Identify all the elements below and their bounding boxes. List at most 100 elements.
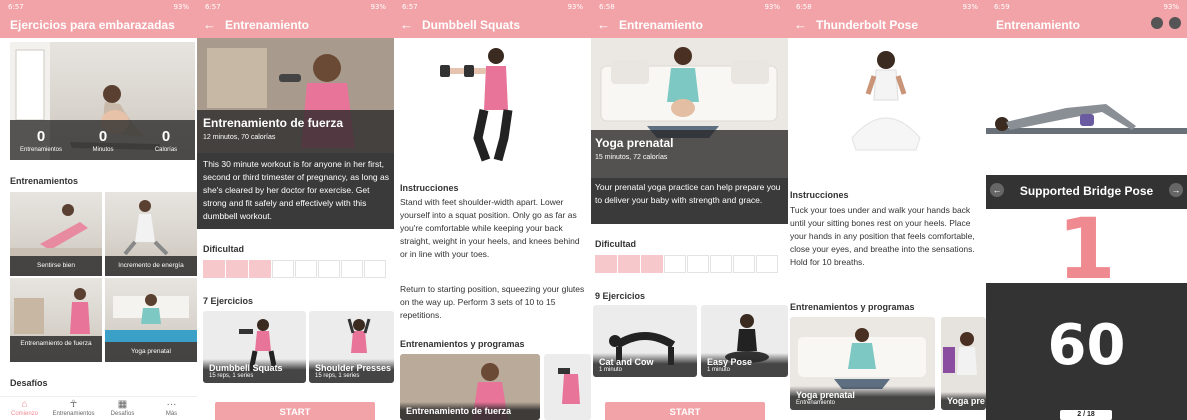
tile-image <box>14 288 90 334</box>
program-card-partial[interactable]: Yoga pre <box>941 317 986 410</box>
back-arrow-icon[interactable]: ← <box>794 17 807 32</box>
difficulty-segment <box>595 255 617 273</box>
status-time: 6:58 <box>599 3 615 11</box>
status-battery: 93% <box>764 3 780 11</box>
nav-more[interactable]: ··· Más <box>147 399 196 417</box>
card-title: Yoga pre <box>947 396 985 406</box>
instructions-text: Tuck your toes under and walk your hands… <box>790 205 975 267</box>
instructions-text-2: Return to starting position, squeezing y… <box>400 284 585 320</box>
card-title: Dumbbell Squats <box>209 363 283 373</box>
exercise-card[interactable]: Shoulder Presses 15 reps, 1 series <box>309 311 394 383</box>
appbar-title: Entrenamiento <box>225 18 310 32</box>
hero-overlay: Entrenamiento de fuerza 12 minutos, 70 c… <box>197 110 394 153</box>
next-arrow-icon[interactable]: → <box>1169 183 1183 197</box>
exercise-card[interactable]: Dumbbell Squats 15 reps, 1 series <box>203 311 306 383</box>
difficulty-segment <box>618 255 640 273</box>
card-overlay: Dumbbell Squats 15 reps, 1 series <box>203 359 306 383</box>
status-battery: 93% <box>962 3 978 11</box>
tile-label: Yoga prenatal <box>105 342 197 362</box>
card-overlay: Easy Pose 1 minuto <box>701 353 788 377</box>
difficulty-segment <box>318 260 340 278</box>
instructions-heading: Instrucciones <box>400 183 459 193</box>
appbar-title: Dumbbell Squats <box>422 18 521 32</box>
tile-label: Entrenamiento de fuerza <box>10 336 102 362</box>
pose-image <box>986 38 1187 175</box>
card-title: Shoulder Presses <box>315 363 392 373</box>
hero-subtitle: 15 minutos, 72 calorías <box>595 154 668 161</box>
card-title: Cat and Cow <box>599 357 654 367</box>
challenges-heading: Desafíos <box>10 378 48 388</box>
stat-label: Minutos <box>92 147 114 153</box>
exercises-heading: 7 Ejercicios <box>203 296 254 306</box>
more-icon: ··· <box>166 399 177 410</box>
card-subtitle: Entrenamiento <box>796 400 836 406</box>
nav-label: Más <box>165 411 178 417</box>
instructions-text: Stand with feet shoulder-width apart. Lo… <box>400 197 580 259</box>
start-button[interactable]: START <box>605 402 765 420</box>
program-card[interactable]: Yoga prenatal Entrenamiento <box>790 317 935 410</box>
hero-subtitle: 12 minutos, 70 calorías <box>203 134 276 141</box>
difficulty-segment <box>756 255 778 273</box>
card-title: Entrenamiento de fuerza <box>406 406 512 416</box>
screen-prenatal-yoga: 6:58 93% ← Entrenamiento Yoga prenatal 1… <box>591 0 788 420</box>
exercise-card[interactable]: Cat and Cow 1 minuto <box>593 305 697 377</box>
stat-label: Calorías <box>154 147 178 153</box>
program-card-partial[interactable] <box>544 354 591 420</box>
back-arrow-icon[interactable]: ← <box>597 17 610 32</box>
help-icon[interactable] <box>1151 17 1163 29</box>
difficulty-meter <box>595 255 778 273</box>
tile-prenatal-yoga[interactable]: Yoga prenatal <box>105 278 197 362</box>
nav-home[interactable]: ⌂ Comienzo <box>0 399 49 417</box>
home-icon: ⌂ <box>21 399 28 410</box>
difficulty-segment <box>341 260 363 278</box>
tile-label: Incremento de energía <box>105 256 197 276</box>
status-time: 6:57 <box>402 3 418 11</box>
card-title: Easy Pose <box>707 357 753 367</box>
start-button[interactable]: START <box>215 402 375 420</box>
description-box: This 30 minute workout is for anyone in … <box>197 153 394 229</box>
card-overlay: Yoga pre <box>941 392 986 410</box>
status-bar: 6:58 93% ← Thunderbolt Pose <box>788 0 986 38</box>
difficulty-segment <box>664 255 686 273</box>
tile-image <box>105 294 197 342</box>
status-bar: 6:57 93% ← Entrenamiento <box>197 0 394 38</box>
status-time: 6:59 <box>994 3 1010 11</box>
figure-icon: ☥ <box>69 399 78 410</box>
countdown-timer: 60 <box>1047 313 1126 378</box>
exercises-heading: 9 Ejercicios <box>595 291 646 301</box>
card-image <box>558 368 580 404</box>
description-text: This 30 minute workout is for anyone in … <box>203 159 389 221</box>
card-overlay: Cat and Cow 1 minuto <box>593 353 697 377</box>
hero-title: Yoga prenatal <box>595 136 674 150</box>
nav-label: Desafíos <box>110 411 135 417</box>
status-bar: 6:57 93% Ejercicios para embarazadas <box>0 0 197 38</box>
description-text: Your prenatal yoga practice can help pre… <box>595 182 781 205</box>
stat-value: 0 <box>36 128 46 145</box>
stat-minutes: 0 Minutos <box>74 128 132 153</box>
card-title: Yoga prenatal <box>796 390 855 400</box>
status-battery: 93% <box>370 3 386 11</box>
close-icon[interactable] <box>1169 17 1181 29</box>
tile-image <box>123 200 169 256</box>
back-arrow-icon[interactable]: ← <box>400 17 413 32</box>
exercise-image <box>394 38 591 168</box>
description-box: Your prenatal yoga practice can help pre… <box>591 178 788 224</box>
tile-energy[interactable]: Incremento de energía <box>105 192 197 276</box>
difficulty-segment <box>733 255 755 273</box>
exercise-card[interactable]: Easy Pose 1 minuto <box>701 305 788 377</box>
card-subtitle: 15 reps, 1 series <box>209 373 254 379</box>
program-card[interactable]: Entrenamiento de fuerza <box>400 354 540 420</box>
nav-trainings[interactable]: ☥ Entrenamientos <box>49 399 98 417</box>
appbar-title: Thunderbolt Pose <box>816 18 918 32</box>
stat-value: 0 <box>161 128 171 145</box>
status-battery: 93% <box>567 3 583 11</box>
nav-challenges[interactable]: ▦ Desafíos <box>98 399 147 417</box>
screen-strength-training: 6:57 93% ← Entrenamiento Entrenamiento d… <box>197 0 394 420</box>
back-arrow-icon[interactable]: ← <box>203 17 216 32</box>
tile-strength[interactable]: Entrenamiento de fuerza <box>10 278 102 362</box>
screen-thunderbolt-pose: 6:58 93% ← Thunderbolt Pose Instruccione… <box>788 0 986 420</box>
difficulty-segment <box>203 260 225 278</box>
tile-feel-good[interactable]: Sentirse bien <box>10 192 102 276</box>
status-time: 6:58 <box>796 3 812 11</box>
pose-progress: 2 / 18 <box>1060 410 1112 420</box>
